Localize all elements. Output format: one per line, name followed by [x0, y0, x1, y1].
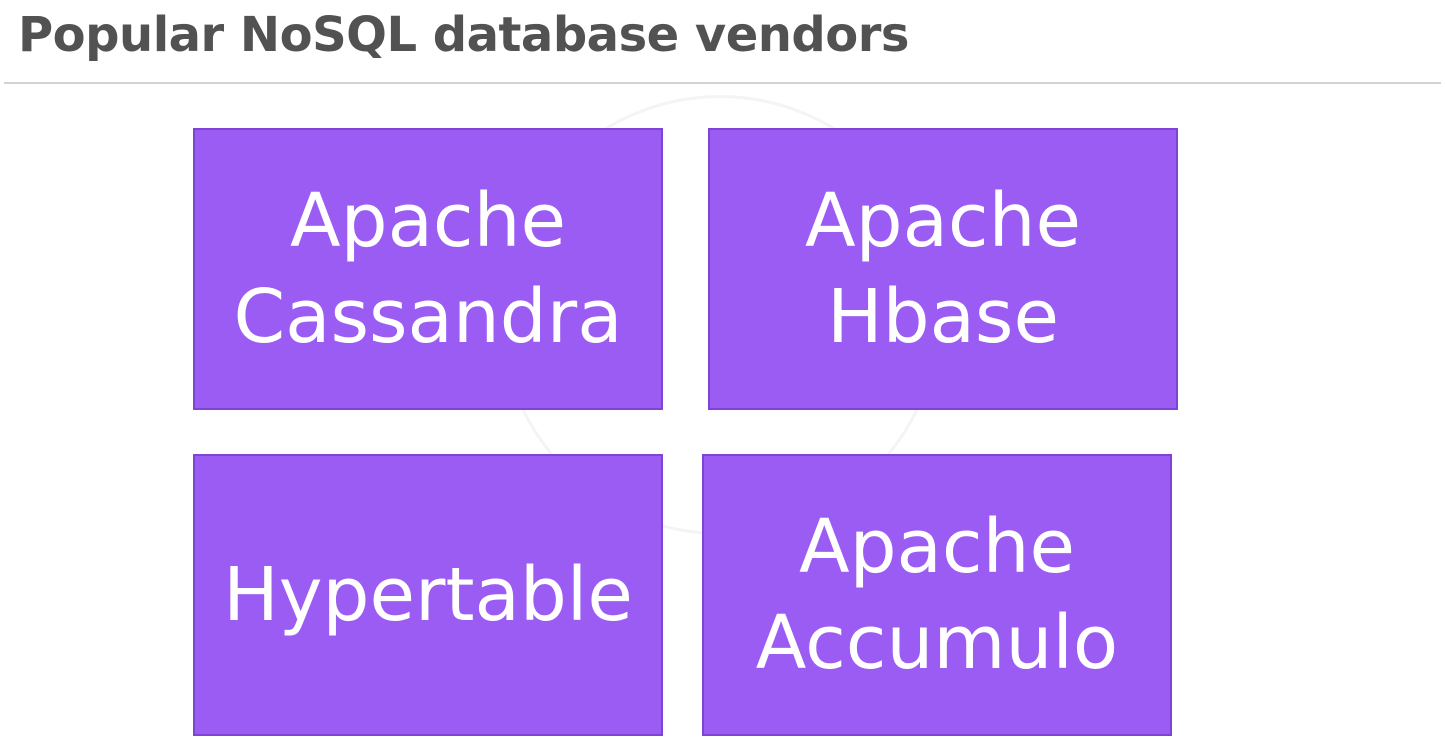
vendor-tile-apache-accumulo: Apache Accumulo	[702, 454, 1172, 736]
vendor-name: Apache Accumulo	[755, 504, 1119, 686]
vendor-name: Apache Hbase	[804, 178, 1082, 360]
vendor-tile-apache-cassandra: Apache Cassandra	[193, 128, 663, 410]
vendor-tile-hypertable: Hypertable	[193, 454, 663, 736]
slide-title: Popular NoSQL database vendors	[18, 7, 910, 63]
title-divider	[4, 82, 1441, 84]
vendor-name: Apache Cassandra	[233, 178, 623, 360]
vendor-tile-apache-hbase: Apache Hbase	[708, 128, 1178, 410]
vendor-name: Hypertable	[223, 552, 633, 638]
